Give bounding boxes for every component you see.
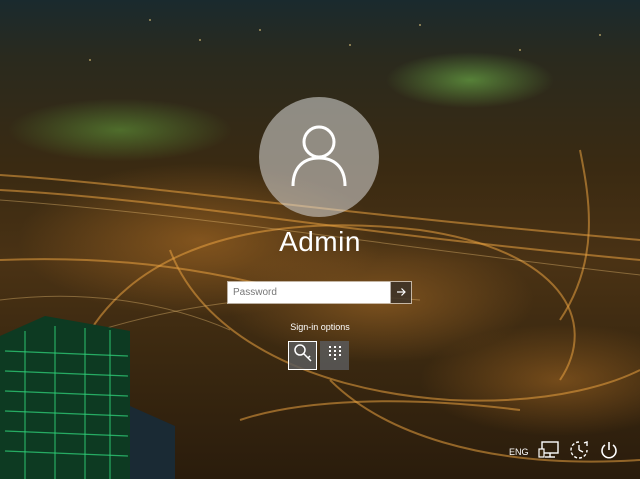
- illuminated-building: [0, 316, 175, 479]
- power-button[interactable]: [599, 441, 619, 463]
- password-key-icon: [293, 343, 313, 368]
- pin-option-button[interactable]: [320, 341, 349, 370]
- password-input[interactable]: [228, 282, 391, 303]
- network-button[interactable]: [538, 440, 560, 465]
- username: Admin: [279, 226, 361, 257]
- submit-button[interactable]: [390, 282, 411, 303]
- ease-of-access-button[interactable]: [569, 440, 589, 465]
- arrow-right-icon: [396, 284, 406, 302]
- password-box: [227, 281, 412, 304]
- network-icon: [538, 440, 560, 465]
- language-indicator[interactable]: ENG: [509, 441, 529, 463]
- password-option-button[interactable]: [288, 341, 317, 370]
- user-icon: [289, 122, 349, 193]
- ease-of-access-icon: [569, 440, 589, 465]
- power-icon: [599, 440, 619, 465]
- signin-options-label: Sign-in options: [290, 322, 350, 332]
- user-avatar: [259, 97, 379, 217]
- pin-keypad-icon: [328, 345, 342, 366]
